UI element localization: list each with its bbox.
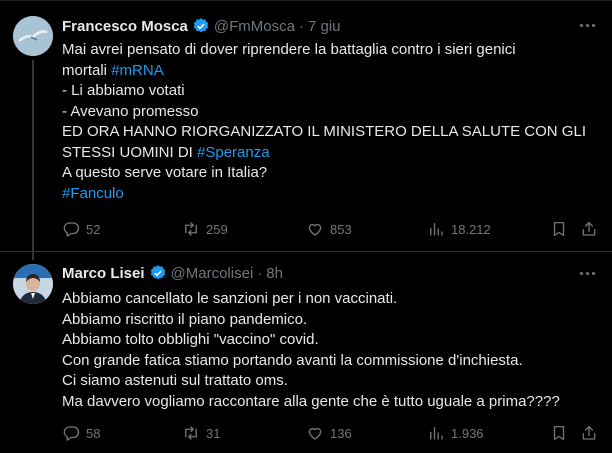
- tweet-text-segment: STESSI UOMINI DI: [62, 143, 198, 161]
- share-button[interactable]: [580, 422, 598, 444]
- views-count: 18.212: [451, 221, 491, 237]
- tweet-text-line: - Avevano promesso: [62, 102, 602, 123]
- tweet-header: Francesco Mosca @FmMosca · 7 giu: [62, 16, 341, 36]
- verified-badge-icon: [193, 18, 209, 33]
- reply-count: 58: [86, 425, 101, 441]
- tweet-marco-lisei[interactable]: Marco Lisei @Marcolisei · 8h Abbiamo can…: [0, 251, 612, 453]
- tweet-francesco-mosca[interactable]: Francesco Mosca @FmMosca · 7 giu Mai avr…: [0, 1, 612, 260]
- tweet-text-segment: A questo serve votare in Italia?: [62, 164, 268, 181]
- reply-button[interactable]: 58: [62, 422, 100, 444]
- reply-icon: [63, 222, 80, 237]
- tweet-text-line: A questo serve votare in Italia?: [62, 163, 602, 184]
- like-icon: [308, 223, 322, 236]
- reply-button[interactable]: 52: [62, 218, 100, 240]
- views-button[interactable]: 18.212: [427, 218, 491, 240]
- share-icon: [582, 221, 596, 236]
- thread-line: [32, 60, 34, 260]
- author-name[interactable]: Francesco Mosca: [62, 18, 188, 35]
- retweet-button[interactable]: 31: [182, 422, 220, 444]
- more-icon[interactable]: [576, 15, 598, 35]
- bookmark-icon: [553, 221, 565, 237]
- bookmark-button[interactable]: [550, 218, 568, 240]
- retweet-button[interactable]: 259: [182, 218, 228, 240]
- avatar[interactable]: [13, 16, 53, 56]
- tweet-text-segment: - Li abbiamo votati: [62, 82, 185, 99]
- views-icon: [430, 427, 443, 440]
- tweet-text-line: #Fanculo: [62, 184, 602, 205]
- bookmark-button[interactable]: [550, 422, 568, 444]
- tweet-text-segment: Ci siamo astenuti sul trattato oms.: [62, 372, 288, 389]
- tweet-text: Abbiamo cancellato le sanzioni per i non…: [62, 289, 602, 412]
- tweet-text-line: STESSI UOMINI DI #Speranza: [62, 143, 602, 164]
- tweet-text-segment: Con grande fatica stiamo portando avanti…: [62, 351, 523, 369]
- like-count: 136: [330, 425, 352, 441]
- tweet-text: Mai avrei pensato di dover riprendere la…: [62, 40, 602, 204]
- like-button[interactable]: 136: [306, 422, 352, 444]
- tweet-text-segment: Mai avrei pensato di dover riprendere la…: [62, 41, 516, 58]
- tweet-text-line: Ci siamo astenuti sul trattato oms.: [62, 371, 602, 392]
- tweet-text-segment: Ma davvero vogliamo raccontare alla gent…: [62, 392, 560, 410]
- avatar[interactable]: [13, 264, 53, 304]
- tweet-text-line: ED ORA HANNO RIORGANIZZATO IL MINISTERO …: [62, 122, 602, 143]
- like-count: 853: [330, 221, 352, 237]
- tweet-text-segment: Abbiamo riscritto il piano pandemico.: [62, 310, 308, 328]
- timestamp[interactable]: 7 giu: [308, 18, 341, 35]
- verified-badge-icon: [150, 265, 165, 280]
- tweet-text-segment: Abbiamo tolto obblighi "vaccino" covid.: [62, 331, 319, 348]
- separator-dot: ·: [298, 17, 304, 35]
- tweet-text-line: Mai avrei pensato di dover riprendere la…: [62, 40, 602, 61]
- tweet-text-segment: mortali: [62, 61, 112, 79]
- tweet-header: Marco Lisei @Marcolisei · 8h: [62, 263, 283, 283]
- timeline: Francesco Mosca @FmMosca · 7 giu Mai avr…: [0, 0, 612, 452]
- tweet-text-line: Abbiamo tolto obblighi "vaccino" covid.: [62, 330, 602, 351]
- retweet-icon: [185, 426, 197, 440]
- like-icon: [308, 427, 322, 440]
- bookmark-icon: [553, 425, 565, 441]
- like-button[interactable]: 853: [306, 218, 352, 240]
- tweet-text-line: mortali #mRNA: [62, 61, 602, 82]
- views-icon: [430, 223, 443, 236]
- reply-count: 52: [86, 221, 101, 237]
- retweet-count: 31: [206, 425, 221, 441]
- share-button[interactable]: [580, 218, 598, 240]
- tweet-text-segment: Abbiamo cancellato le sanzioni per i non…: [62, 290, 398, 307]
- share-icon: [582, 425, 596, 440]
- author-name[interactable]: Marco Lisei: [62, 265, 145, 282]
- reply-icon: [63, 426, 80, 441]
- author-handle[interactable]: @FmMosca: [214, 18, 295, 35]
- hashtag-link[interactable]: #Speranza: [197, 144, 270, 161]
- retweet-icon: [185, 222, 197, 236]
- retweet-count: 259: [206, 221, 228, 237]
- tweet-text-line: Abbiamo riscritto il piano pandemico.: [62, 310, 602, 331]
- tweet-text-line: Ma davvero vogliamo raccontare alla gent…: [62, 392, 602, 413]
- views-count: 1.936: [451, 425, 484, 441]
- tweet-text-segment: ED ORA HANNO RIORGANIZZATO IL MINISTERO …: [62, 123, 586, 140]
- author-handle[interactable]: @Marcolisei: [171, 265, 254, 282]
- hashtag-link[interactable]: #mRNA: [111, 62, 164, 79]
- tweet-text-line: - Li abbiamo votati: [62, 81, 602, 102]
- tweet-text-segment: - Avevano promesso: [62, 102, 199, 120]
- more-icon[interactable]: [576, 263, 598, 283]
- action-bar: 52 259 853 18.212: [62, 218, 602, 240]
- action-bar: 58 31 136 1.936: [62, 422, 602, 444]
- tweet-text-line: Con grande fatica stiamo portando avanti…: [62, 351, 602, 372]
- tweet-text-line: Abbiamo cancellato le sanzioni per i non…: [62, 289, 602, 310]
- views-button[interactable]: 1.936: [427, 422, 484, 444]
- hashtag-link[interactable]: #Fanculo: [62, 185, 124, 202]
- timestamp[interactable]: 8h: [266, 265, 283, 282]
- separator-dot: ·: [257, 264, 263, 282]
